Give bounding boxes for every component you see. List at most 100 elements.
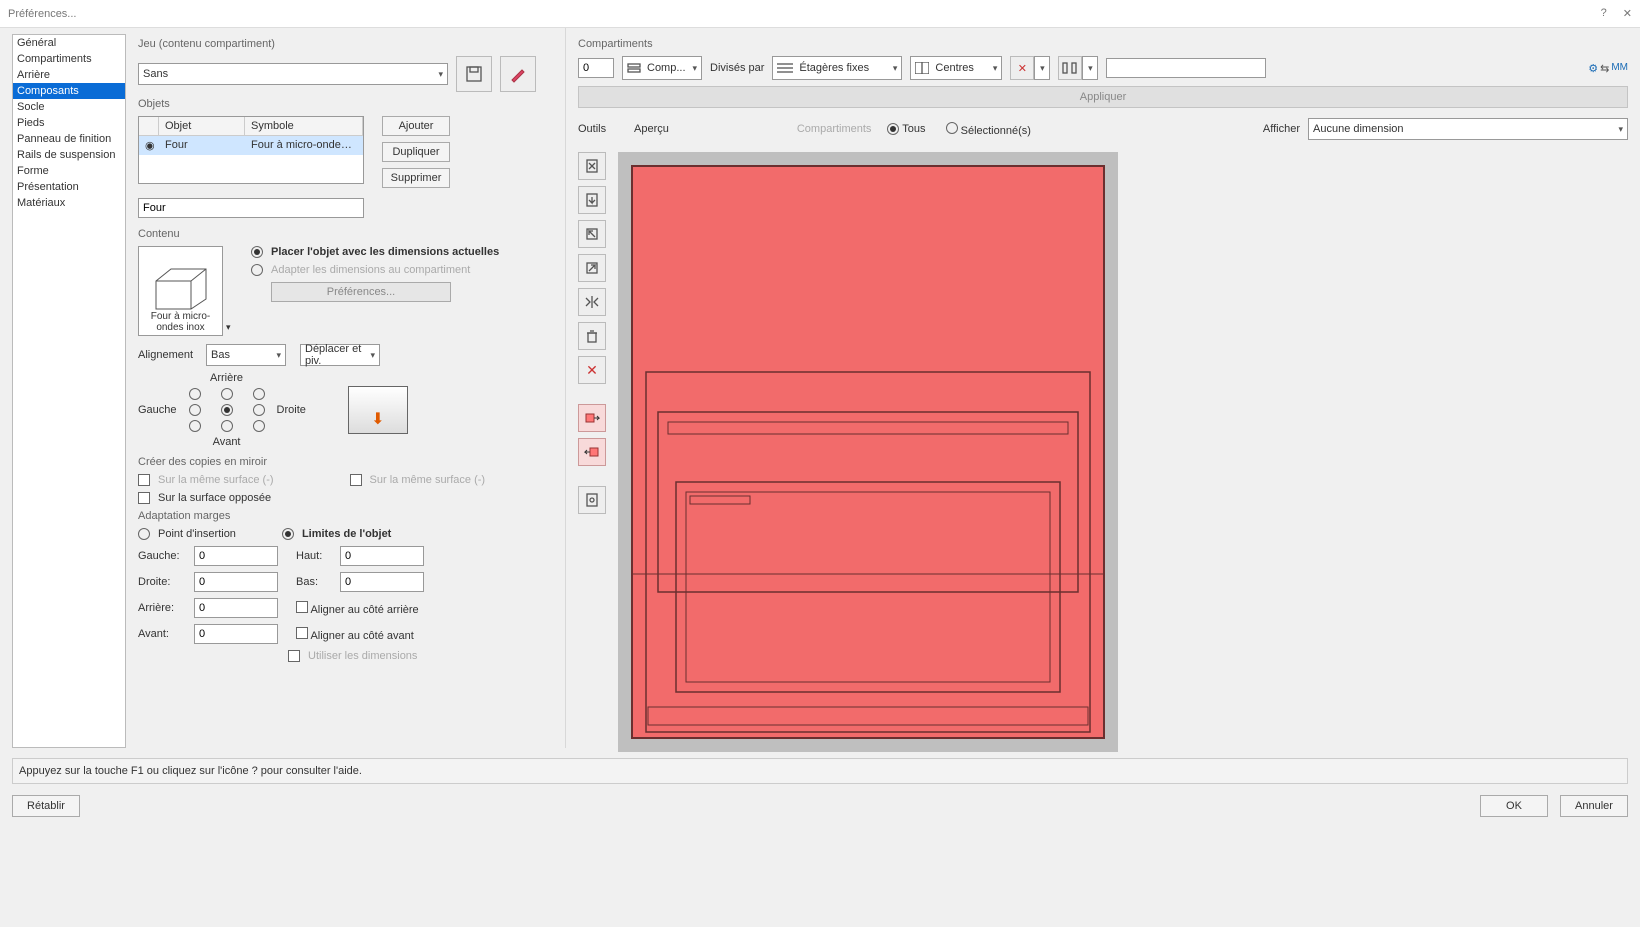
link-icon[interactable]: ⇆ xyxy=(1600,62,1609,75)
measure-icon[interactable]: MM xyxy=(1611,62,1628,75)
table-row[interactable]: ◉ Four Four à micro-ondes i... xyxy=(139,136,363,155)
tool-trash[interactable] xyxy=(578,322,606,350)
pos-radio[interactable] xyxy=(189,404,201,416)
margin-bottom-input[interactable] xyxy=(340,572,424,592)
shelves-icon xyxy=(777,62,793,74)
radio-selected[interactable] xyxy=(946,122,958,134)
cancel-button[interactable]: Annuler xyxy=(1560,795,1628,817)
chk-same-surface xyxy=(138,474,150,486)
distribute-dropdown[interactable]: ▾ xyxy=(1082,56,1098,80)
content-thumbnail[interactable]: Four à micro-ondes inox ▾ xyxy=(138,246,223,336)
tool-paste-ne[interactable] xyxy=(578,254,606,282)
category-sidebar: Général Compartiments Arrière Composants… xyxy=(12,34,126,748)
pos-radio[interactable] xyxy=(253,420,265,432)
titlebar: Préférences... ? ✕ xyxy=(0,0,1640,28)
gear-icon[interactable]: ⚙ xyxy=(1588,62,1598,75)
sidebar-item-feet[interactable]: Pieds xyxy=(13,115,125,131)
centers-dropdown[interactable]: Centres xyxy=(910,56,1002,80)
pos-radio[interactable] xyxy=(253,404,265,416)
sidebar-item-back[interactable]: Arrière xyxy=(13,67,125,83)
content-label: Contenu xyxy=(138,228,553,240)
sidebar-item-compartments[interactable]: Compartiments xyxy=(13,51,125,67)
shelves-dropdown[interactable]: Étagères fixes xyxy=(772,56,902,80)
visibility-icon[interactable]: ◉ xyxy=(139,136,159,155)
tool-move-left[interactable] xyxy=(578,438,606,466)
compartment-icon xyxy=(627,61,641,75)
radio-adapt[interactable] xyxy=(251,264,263,276)
pos-radio[interactable] xyxy=(189,388,201,400)
sidebar-item-general[interactable]: Général xyxy=(13,35,125,51)
save-button[interactable] xyxy=(456,56,492,92)
object-name-input[interactable] xyxy=(138,198,364,218)
close-icon[interactable]: ✕ xyxy=(1623,7,1632,20)
chk-opposite-surface[interactable] xyxy=(138,492,150,504)
tool-move-right[interactable] xyxy=(578,404,606,432)
margin-left-input[interactable] xyxy=(194,546,278,566)
chk-align-back[interactable] xyxy=(296,601,308,613)
set-dropdown[interactable]: Sans xyxy=(138,63,448,85)
add-button[interactable]: Ajouter xyxy=(382,116,450,136)
sidebar-item-presentation[interactable]: Présentation xyxy=(13,179,125,195)
position-grid: Arrière Avant xyxy=(189,372,265,448)
pos-left-label: Gauche xyxy=(138,404,177,416)
thumb-dropdown-icon[interactable]: ▾ xyxy=(226,322,234,333)
tool-close[interactable]: ✕ xyxy=(578,356,606,384)
pos-right-label: Droite xyxy=(277,404,306,416)
align-dropdown[interactable]: Bas xyxy=(206,344,286,366)
comp-type-dropdown[interactable]: Comp... xyxy=(622,56,702,80)
pos-radio[interactable] xyxy=(221,404,233,416)
chk-use-dims xyxy=(288,650,300,662)
centers-icon xyxy=(915,62,929,74)
move-dropdown[interactable]: Déplacer et piv. xyxy=(300,344,380,366)
sidebar-item-shape[interactable]: Forme xyxy=(13,163,125,179)
help-bar: Appuyez sur la touche F1 ou cliquez sur … xyxy=(12,758,1628,784)
pos-radio[interactable] xyxy=(221,420,233,432)
apply-button[interactable]: Appliquer xyxy=(578,86,1628,108)
help-icon[interactable]: ? xyxy=(1601,7,1607,20)
comp-count-input[interactable] xyxy=(578,58,614,78)
preview-label: Aperçu xyxy=(634,123,669,135)
sidebar-item-materials[interactable]: Matériaux xyxy=(13,195,125,211)
tool-paste-down[interactable] xyxy=(578,186,606,214)
sidebar-item-base[interactable]: Socle xyxy=(13,99,125,115)
tool-doc[interactable] xyxy=(578,486,606,514)
delete-comp-button[interactable]: ✕ xyxy=(1010,56,1034,80)
tools-label: Outils xyxy=(578,123,626,135)
reset-button[interactable]: Rétablir xyxy=(12,795,80,817)
radio-place-actual[interactable] xyxy=(251,246,263,258)
margin-back-input[interactable] xyxy=(194,598,278,618)
margin-right-input[interactable] xyxy=(194,572,278,592)
position-preview: ⬇ xyxy=(348,386,408,434)
comp-value-input[interactable] xyxy=(1106,58,1266,78)
margins-label: Adaptation marges xyxy=(138,510,553,522)
tool-mirror[interactable] xyxy=(578,288,606,316)
compartments-label: Compartiments xyxy=(578,38,1628,50)
duplicate-button[interactable]: Dupliquer xyxy=(382,142,450,162)
sidebar-item-components[interactable]: Composants xyxy=(13,83,125,99)
sidebar-item-finish-panel[interactable]: Panneau de finition xyxy=(13,131,125,147)
prefs-button: Préférences... xyxy=(271,282,451,302)
pos-radio[interactable] xyxy=(221,388,233,400)
ok-button[interactable]: OK xyxy=(1480,795,1548,817)
chk-align-front[interactable] xyxy=(296,627,308,639)
radio-insert-point[interactable] xyxy=(138,528,150,540)
tool-paste-nw[interactable] xyxy=(578,220,606,248)
radio-all[interactable] xyxy=(887,123,899,135)
show-dropdown[interactable]: Aucune dimension xyxy=(1308,118,1628,140)
sidebar-item-rails[interactable]: Rails de suspension xyxy=(13,147,125,163)
margin-front-input[interactable] xyxy=(194,624,278,644)
tool-paste-delete[interactable] xyxy=(578,152,606,180)
radio-object-limits[interactable] xyxy=(282,528,294,540)
delete-comp-dropdown[interactable]: ▾ xyxy=(1034,56,1050,80)
edit-button[interactable] xyxy=(500,56,536,92)
margin-top-input[interactable] xyxy=(340,546,424,566)
preview-canvas[interactable] xyxy=(618,152,1628,755)
pos-radio[interactable] xyxy=(189,420,201,432)
col-symbol: Symbole xyxy=(245,117,363,135)
delete-button[interactable]: Supprimer xyxy=(382,168,450,188)
distribute-button[interactable] xyxy=(1058,56,1082,80)
objects-table[interactable]: Objet Symbole ◉ Four Four à micro-ondes … xyxy=(138,116,364,184)
show-label: Afficher xyxy=(1263,123,1300,135)
align-label: Alignement xyxy=(138,349,198,361)
pos-radio[interactable] xyxy=(253,388,265,400)
